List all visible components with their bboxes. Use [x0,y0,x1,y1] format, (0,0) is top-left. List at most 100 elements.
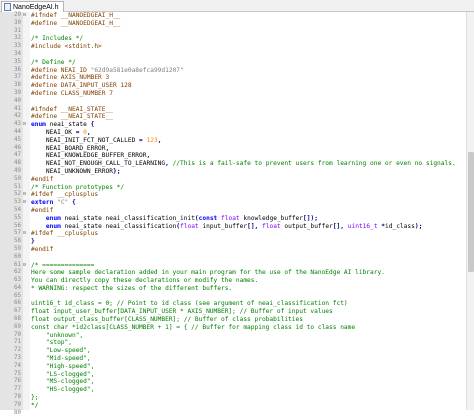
code-text: /* Includes */ [31,35,83,43]
code-line[interactable]: 61 ⊟/* ============== [0,262,466,270]
line-number: 38 [14,82,21,89]
code-token: /* Function prototypes */ [31,183,125,191]
code-line[interactable]: 80 [0,410,466,417]
code-line[interactable]: 60 [0,254,466,262]
code-line[interactable]: 45 NEAI_INIT_FCT_NOT_CALLED = 123, [0,137,466,145]
line-number: 56 [14,222,21,229]
code-line[interactable]: 72 "Low-speed", [0,347,466,355]
line-number: 48 [14,160,21,167]
code-line[interactable]: 33 #include <stdint.h> [0,43,466,51]
code-line[interactable]: 57 ⊟ #ifdef __cplusplus [0,230,466,238]
fold-minus-icon[interactable]: ⊟ [23,13,28,18]
code-line[interactable]: 46 NEAI_BOARD_ERROR, [0,145,466,153]
code-token: }; [31,394,39,402]
code-text: #ifdef __cplusplus [31,191,98,199]
code-token: //This is a fail-safe to prevent users f… [168,160,456,168]
code-line[interactable]: 31 [0,28,466,36]
code-line[interactable]: 38 #define DATA_INPUT_USER 128 [0,82,466,90]
line-number: 73 [14,355,21,362]
code-line[interactable]: 51 /* Function prototypes */ [0,184,466,192]
code-line[interactable]: 70 "unknown", [0,332,466,340]
code-line[interactable]: 66 uint16_t id_class = 0; // Point to id … [0,300,466,308]
code-line[interactable]: 64 * WARNING: respect the sizes of the di… [0,285,466,293]
line-number: 75 [14,370,21,377]
code-token: You can directly copy these declarations… [31,277,259,285]
code-token: #endif [31,175,54,183]
line-number: 72 [14,347,21,354]
code-line[interactable]: 67 float input_user_buffer[DATA_INPUT_USE… [0,308,466,316]
scrollbar-thumb[interactable] [468,152,474,272]
code-line[interactable]: 69 const char *id2class[CLASS_NUMBER + 1]… [0,324,466,332]
code-text: }; [31,394,38,402]
code-line[interactable]: 30 #define __NANOEDGEAI_H__ [0,20,466,28]
code-line[interactable]: 32 /* Includes */ [0,35,466,43]
code-token: NEAI_OK [31,128,76,136]
tab-bar: NanoEdgeAI.h [0,0,474,12]
code-token: "HS-clogged", [31,386,95,394]
code-line[interactable]: 71 "stop", [0,339,466,347]
code-line[interactable]: 47 NEAI_KNOWLEDGE_BUFFER_ERROR, [0,152,466,160]
fold-minus-icon[interactable]: ⊟ [23,262,28,268]
code-line[interactable]: 39 #define CLASS_NUMBER 7 [0,90,466,98]
fold-minus-icon[interactable]: ⊟ [23,200,28,205]
code-line[interactable]: 65 [0,293,466,301]
code-token: uint16_t id_class = 0; // Point to id cl… [31,300,348,308]
code-token: NEAI_INIT_FCT_NOT_CALLED [31,136,140,144]
code-line[interactable]: 58} [0,238,466,246]
code-line[interactable]: 50 #endif [0,176,466,184]
code-token: #ifdef __cplusplus [31,230,99,238]
fold-minus-icon[interactable]: ⊟ [23,192,28,197]
code-line[interactable]: 63 You can directly copy these declaratio… [0,277,466,285]
code-text: NEAI_UNKNOWN_ERROR}; [31,168,121,176]
code-line[interactable]: 29 ⊟ #ifndef __NANOEDGEAI_H__ [0,12,466,20]
tab-nanoedgeai-h[interactable]: NanoEdgeAI.h [1,1,64,12]
code-line[interactable]: 54 #endif [0,207,466,215]
code-text: "HS-clogged", [31,386,94,394]
code-text: #define NEAI_ID "62d9a581e0a8efca99d1207… [31,67,184,75]
code-text: #ifdef __cplusplus [31,230,98,238]
code-line[interactable]: 74 "High-speed", [0,363,466,371]
code-editor[interactable]: 29 ⊟ #ifndef __NANOEDGEAI_H__ 30 #define __N… [0,12,474,416]
code-line[interactable]: 52 ⊟ #ifdef __cplusplus [0,191,466,199]
code-line[interactable]: 76 "MS-clogged", [0,378,466,386]
code-line[interactable]: 34 [0,51,466,59]
code-text: /* Function prototypes */ [31,184,124,192]
code-line[interactable]: 36 #define NEAI_ID "62d9a581e0a8efca99d12… [0,67,466,75]
code-line[interactable]: 77 "HS-clogged", [0,386,466,394]
code-line[interactable]: 41 #ifndef __NEAI_STATE__ [0,106,466,114]
code-line[interactable]: 78}; [0,394,466,402]
code-token: } [31,238,35,246]
code-line[interactable]: 37 #define AXIS_NUMBER 3 [0,74,466,82]
code-token: enum [31,121,46,129]
code-line[interactable]: 79 */ [0,402,466,410]
code-line[interactable]: 49 NEAI_UNKNOWN_ERROR}; [0,168,466,176]
code-line[interactable]: 55 enum neai_state neai_classification_i… [0,215,466,223]
code-token: NEAI_BOARD_ERROR [31,144,106,152]
fold-minus-icon[interactable]: ⊟ [23,231,28,236]
code-lines[interactable]: 29 ⊟ #ifndef __NANOEDGEAI_H__ 30 #define __N… [0,12,466,417]
code-line[interactable]: 53 ⊟ extern "C" { [0,199,466,207]
code-token: neai_state neai_classification [60,222,177,230]
code-line[interactable]: 62 Here some sample declaration added in … [0,269,466,277]
code-line[interactable]: 44 NEAI_OK = 0, [0,129,466,137]
code-line[interactable]: 68 float output_class_buffer[CLASS_NUMBER… [0,316,466,324]
line-number: 79 [14,401,21,408]
code-line[interactable]: 40 [0,98,466,106]
code-token: #define __NANOEDGEAI_H__ [31,19,121,27]
code-text: #define CLASS_NUMBER 7 [31,90,113,98]
code-line[interactable]: 56 enum neai_state neai_classification(f… [0,223,466,231]
code-token: output_buffer [280,222,333,230]
code-line[interactable]: 42 #define __NEAI_STATE__ [0,113,466,121]
code-line[interactable]: 48 NEAI_NOT_ENOUGH_CALL_TO_LEARNING, //T… [0,160,466,168]
code-token: , [146,152,151,160]
fold-minus-icon[interactable]: ⊟ [23,122,28,127]
code-line[interactable]: 43 ⊟ enum neai_state { [0,121,466,129]
line-number: 58 [14,238,21,245]
code-line[interactable]: 75 "LS-clogged", [0,371,466,379]
line-number: 45 [14,136,21,143]
code-line[interactable]: 35 /* Define */ [0,59,466,67]
code-line[interactable]: 59 #endif [0,246,466,254]
vertical-scrollbar[interactable] [466,12,474,410]
code-line[interactable]: 73 "Mid-speed", [0,355,466,363]
